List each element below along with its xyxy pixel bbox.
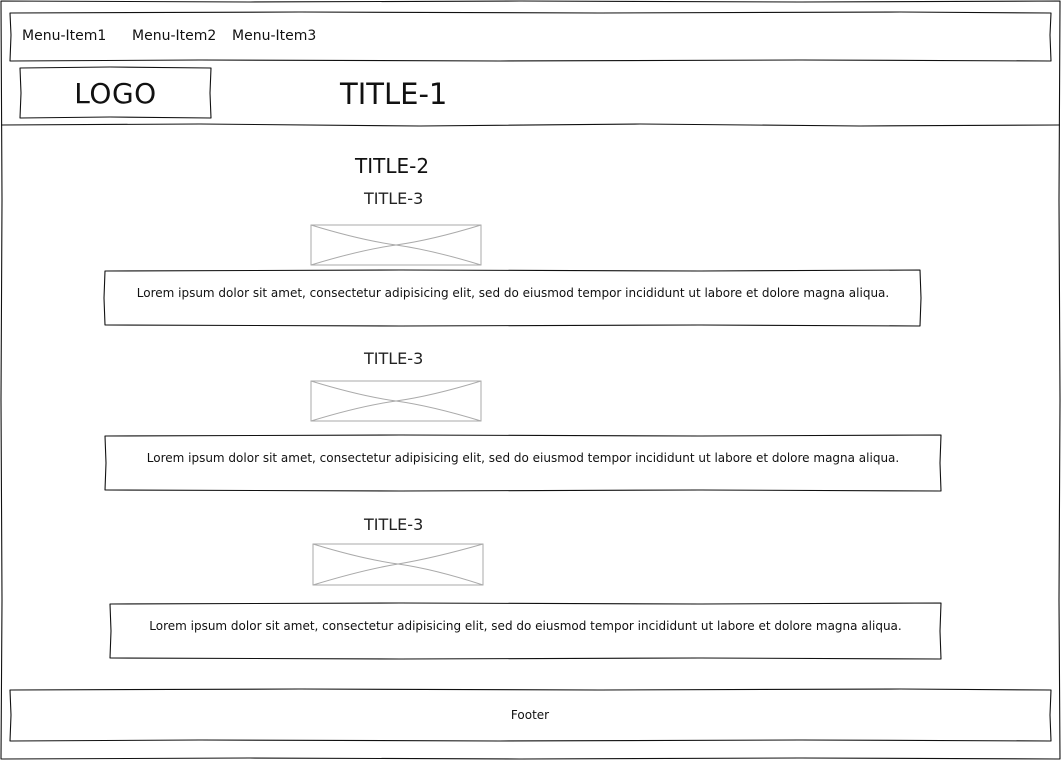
subheading-1: TITLE-3: [364, 189, 424, 208]
subheading-3: TITLE-3: [364, 515, 424, 534]
text-block-1: Lorem ipsum dolor sit amet, consectetur …: [136, 286, 890, 300]
image-placeholder-1: [310, 224, 482, 266]
text-block-3: Lorem ipsum dolor sit amet, consectetur …: [149, 619, 902, 633]
section-heading: TITLE-2: [355, 154, 430, 178]
menu-item-3[interactable]: Menu-Item3: [232, 26, 316, 46]
menu-item-2[interactable]: Menu-Item2: [132, 26, 216, 46]
image-placeholder-3: [312, 543, 484, 586]
menu-item-1[interactable]: Menu-Item1: [22, 26, 106, 46]
header-separator: [0, 123, 1061, 127]
subheading-2: TITLE-3: [364, 349, 424, 368]
footer: Footer: [510, 708, 550, 722]
page-title: TITLE-1: [340, 77, 448, 111]
image-placeholder-2: [310, 380, 482, 422]
logo[interactable]: LOGO: [20, 68, 211, 118]
text-block-2: Lorem ipsum dolor sit amet, consectetur …: [146, 451, 900, 465]
